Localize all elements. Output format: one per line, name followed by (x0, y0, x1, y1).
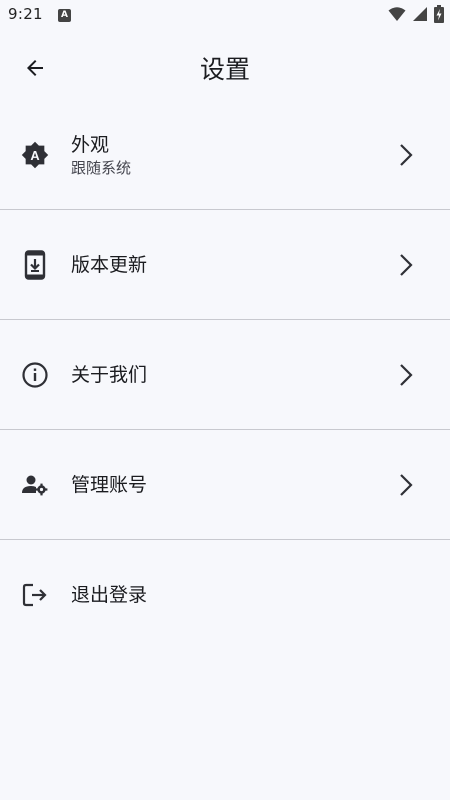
svg-text:A: A (30, 148, 39, 163)
setting-item-subtitle: 跟随系统 (71, 158, 132, 177)
setting-item-logout[interactable]: 退出登录 (0, 540, 450, 649)
signal-icon (413, 7, 427, 21)
a-letter-icon: A (58, 9, 71, 22)
logout-icon (20, 580, 50, 610)
setting-item-label: 版本更新 (71, 253, 148, 276)
info-icon (20, 360, 50, 390)
setting-item-label: 关于我们 (71, 363, 148, 386)
setting-item-text: 退出登录 (71, 582, 147, 608)
chevron-right-icon (396, 361, 416, 389)
chevron-right-icon (396, 471, 416, 499)
page-title: 设置 (199, 55, 250, 84)
status-icons (388, 5, 444, 23)
setting-item-manage-account[interactable]: 管理账号 (0, 430, 450, 540)
wifi-icon (388, 7, 406, 21)
phone-download-icon (20, 249, 50, 280)
setting-item-text: 版本更新 (71, 252, 147, 278)
brightness-auto-icon: A (20, 140, 50, 170)
chevron-right-icon (396, 141, 416, 169)
battery-charging-icon (434, 5, 444, 23)
app-bar: 设置 (0, 40, 450, 96)
setting-item-label: 外观 (71, 133, 110, 156)
settings-list: A 外观 跟随系统 版本更新 关于我们 管理账号 退出登录 (0, 100, 450, 649)
status-bar: 9:21 A (0, 0, 450, 32)
setting-item-label: 管理账号 (71, 473, 148, 496)
setting-item-label: 退出登录 (71, 583, 148, 606)
setting-item-about-us[interactable]: 关于我们 (0, 320, 450, 430)
status-time: 9:21 (8, 5, 43, 23)
chevron-right-icon (396, 251, 416, 279)
setting-item-text: 管理账号 (71, 472, 147, 498)
setting-item-appearance[interactable]: A 外观 跟随系统 (0, 100, 450, 210)
setting-item-text: 外观 跟随系统 (71, 132, 131, 178)
setting-item-text: 关于我们 (71, 362, 147, 388)
manage-account-icon (20, 470, 50, 500)
setting-item-version-update[interactable]: 版本更新 (0, 210, 450, 320)
